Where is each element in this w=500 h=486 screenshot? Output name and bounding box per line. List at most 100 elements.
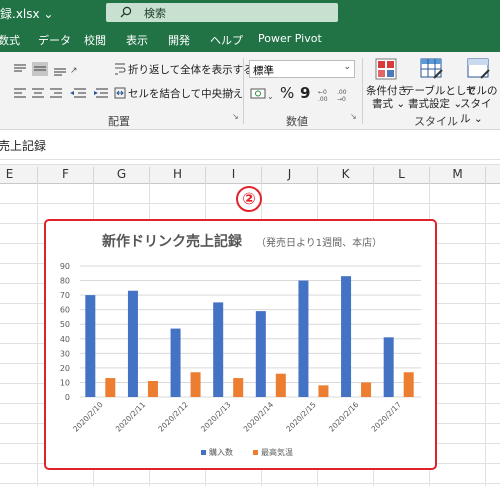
horizontal-align-icons[interactable] [12, 86, 112, 100]
column-header-h[interactable]: H [150, 167, 206, 185]
svg-text:↗⌄: ↗⌄ [70, 66, 78, 76]
currency-format-icon[interactable]: ⌄ [250, 86, 280, 102]
legend-label: 最高気温 [261, 447, 293, 457]
bar-max-temp [403, 372, 414, 397]
y-tick-label: 10 [60, 378, 70, 387]
y-tick-label: 60 [60, 306, 70, 315]
grid-line [0, 483, 500, 484]
x-tick-label: 2020/2/11 [114, 400, 148, 434]
chart-area[interactable]: 新作ドリンク売上記録 （発売日より1週間、本店） 0 10 20 30 40 50 60 70… [44, 219, 437, 470]
svg-text:→0: →0 [337, 96, 346, 102]
column-header-k[interactable]: K [318, 167, 374, 185]
y-tick-label: 50 [60, 320, 70, 329]
chevron-down-icon: ⌄ [343, 62, 351, 72]
legend-label: 購入数 [209, 447, 233, 457]
vertical-align-icons[interactable]: ↗⌄ [12, 62, 78, 76]
tab-data[interactable]: データ [38, 32, 71, 48]
alignment-launcher-icon[interactable]: ↘ [232, 112, 239, 121]
conditional-format-icon[interactable] [375, 58, 397, 80]
group-label-alignment: 配置 [108, 115, 130, 128]
bar-max-temp [361, 382, 372, 397]
bar-purchases [383, 337, 394, 397]
group-label-style: スタイル [414, 115, 458, 128]
column-header-l[interactable]: L [374, 167, 430, 185]
x-tick-label: 2020/2/17 [370, 400, 404, 434]
bar-max-temp [190, 372, 201, 397]
format-as-table-icon[interactable] [420, 58, 444, 80]
merge-center-icon [114, 87, 126, 99]
y-tick-label: 0 [65, 393, 70, 402]
bar-purchases [341, 276, 352, 397]
y-tick-label: 20 [60, 364, 70, 373]
wrap-text-icon [115, 63, 126, 75]
number-format-value: 標準 [253, 65, 274, 77]
title-bar: 録.xlsx ⌄ 検索 [0, 0, 500, 26]
step-number-badge: ② [236, 186, 262, 212]
column-header-j[interactable]: J [262, 167, 318, 185]
svg-text:.00: .00 [337, 89, 347, 96]
bar-purchases [213, 302, 224, 397]
number-format-select[interactable]: 標準 ⌄ [249, 60, 355, 78]
merge-center-button[interactable]: セルを結合して中央揃え [128, 86, 243, 101]
tab-formulas[interactable]: 数式 [0, 32, 20, 48]
x-tick-label: 2020/2/13 [199, 400, 233, 434]
column-header-f[interactable]: F [38, 167, 94, 185]
x-tick-label: 2020/2/10 [71, 400, 105, 434]
bar-max-temp [147, 380, 158, 397]
tab-developer[interactable]: 開発 [168, 32, 190, 48]
group-label-number: 数値 [286, 115, 308, 128]
bar-max-temp [318, 385, 329, 397]
grid-line [485, 184, 486, 486]
tab-power-pivot[interactable]: Power Pivot [258, 32, 322, 45]
comma-button[interactable]: 9 [300, 84, 310, 102]
x-tick-label: 2020/2/14 [242, 400, 276, 434]
bar-max-temp [275, 373, 286, 397]
file-name[interactable]: 録.xlsx ⌄ [0, 5, 53, 22]
y-tick-label: 40 [60, 335, 70, 344]
ribbon-separator [362, 58, 363, 124]
format-as-table-label-2[interactable]: 書式設定 ⌄ [408, 96, 462, 111]
cell-style-icon[interactable] [467, 58, 491, 80]
ribbon-separator [243, 58, 244, 124]
column-header-e[interactable]: E [0, 167, 38, 185]
grid-line [37, 184, 38, 486]
bar-purchases [127, 290, 138, 397]
cell-style-label-2[interactable]: スタイル ⌄ [460, 96, 500, 126]
bar-max-temp [233, 378, 244, 397]
x-tick-label: 2020/2/12 [156, 400, 190, 434]
search-icon [120, 6, 132, 18]
bar-max-temp [105, 378, 116, 397]
ribbon: ↗⌄ 折り返して全体を表示する セルを結合して中央揃え ⌄ 配置 ↘ [0, 52, 500, 130]
y-tick-label: 80 [60, 277, 70, 286]
svg-text:⌄: ⌄ [267, 92, 274, 101]
legend-swatch [201, 450, 206, 455]
wrap-text-button[interactable]: 折り返して全体を表示する [128, 62, 254, 77]
bar-purchases [298, 280, 309, 397]
formula-content[interactable]: 売上記録 [0, 137, 46, 154]
search-placeholder: 検索 [144, 7, 166, 20]
svg-text:←0: ←0 [318, 89, 327, 96]
tab-view[interactable]: 表示 [126, 32, 148, 48]
y-tick-label: 90 [60, 262, 70, 271]
merge-dropdown-icon[interactable]: ⌄ [228, 86, 236, 96]
x-tick-label: 2020/2/15 [284, 400, 318, 434]
formula-bar[interactable]: 売上記録 [0, 130, 500, 160]
column-header-g[interactable]: G [94, 167, 150, 185]
bar-purchases [85, 295, 96, 397]
decimal-icons[interactable]: ←0.00 .00→0 [318, 86, 354, 102]
column-header-i[interactable]: I [206, 167, 262, 185]
percent-button[interactable]: % [280, 84, 294, 102]
excel-window: 録.xlsx ⌄ 検索 数式 データ 校閲 表示 開発 ヘルプ Power Pi… [0, 0, 500, 486]
tab-help[interactable]: ヘルプ [210, 32, 243, 48]
y-tick-label: 70 [60, 291, 70, 300]
number-launcher-icon[interactable]: ↘ [350, 112, 357, 121]
x-tick-label: 2020/2/16 [327, 400, 361, 434]
tab-review[interactable]: 校閲 [84, 32, 106, 48]
y-tick-label: 30 [60, 349, 70, 358]
column-header-m[interactable]: M [430, 167, 486, 185]
bar-purchases [255, 311, 266, 397]
search-box[interactable]: 検索 [106, 3, 338, 22]
column-headers: E F G H I J K L M [0, 164, 500, 185]
svg-text:.00: .00 [318, 96, 328, 102]
conditional-format-label-2[interactable]: 書式 ⌄ [372, 96, 405, 111]
